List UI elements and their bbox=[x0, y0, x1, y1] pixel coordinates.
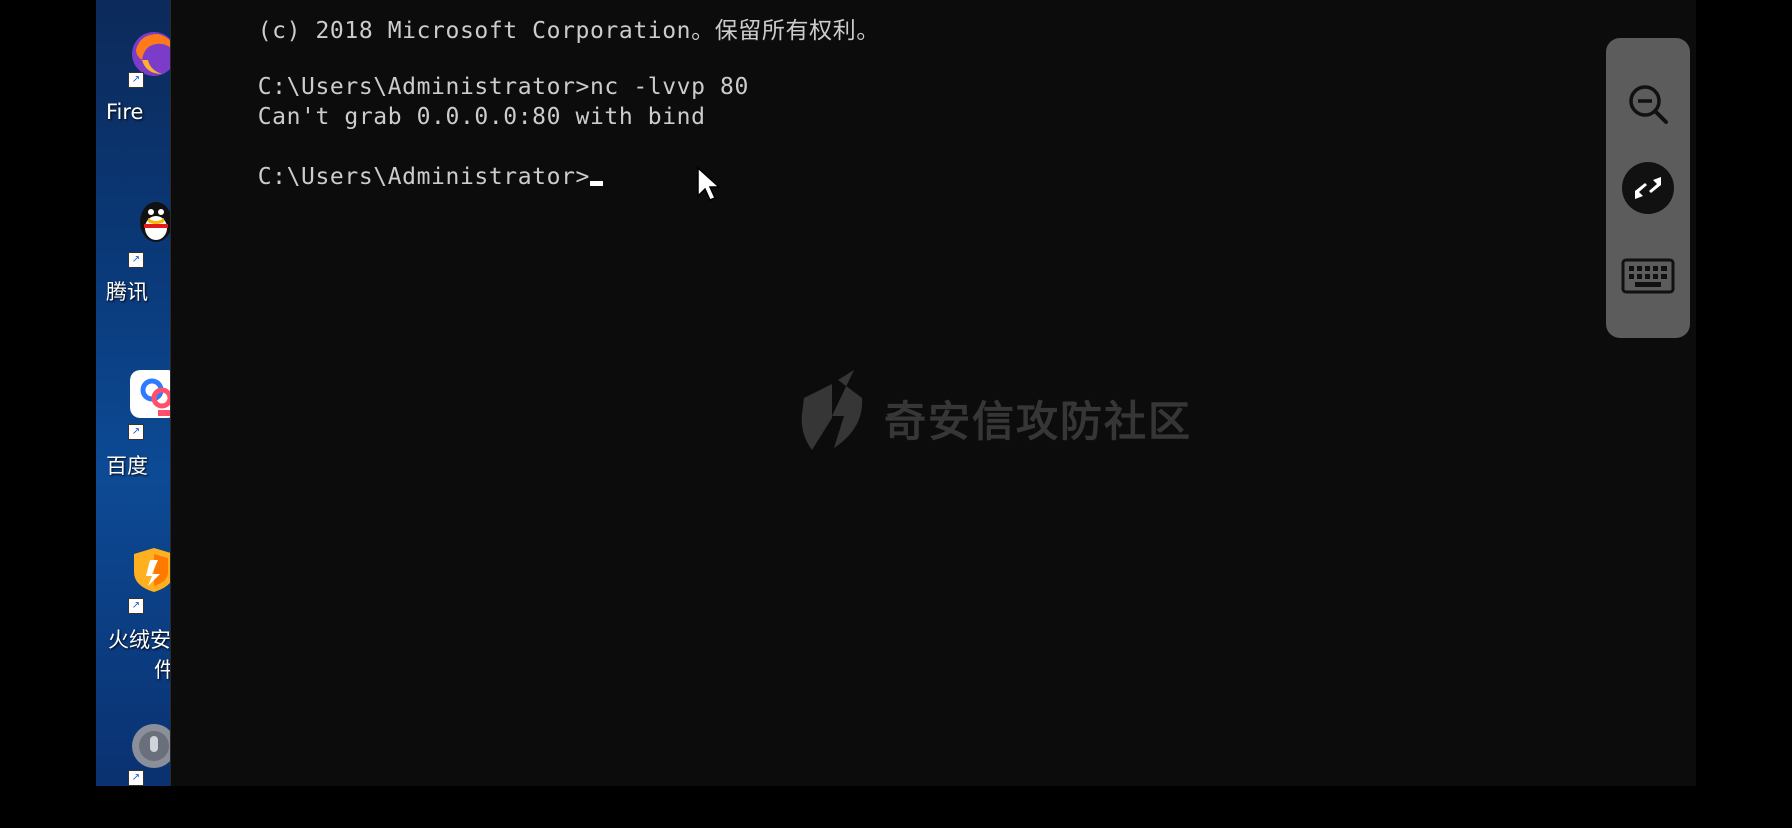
shortcut-arrow-icon: ↗ bbox=[128, 252, 144, 268]
desktop-icon-huorong[interactable]: ↗ 火绒安 件 bbox=[96, 542, 170, 682]
desktop-icon-label: 百度 bbox=[106, 454, 148, 478]
floating-toolbar bbox=[1606, 38, 1690, 338]
desktop-icon-label: 腾讯 bbox=[106, 280, 148, 304]
prompt-line[interactable]: C:\Users\Administrator> bbox=[171, 132, 603, 222]
watermark-text: 奇安信攻防社区 bbox=[884, 397, 1193, 446]
zoom-out-button[interactable] bbox=[1618, 74, 1678, 134]
text-cursor bbox=[589, 181, 603, 186]
keyboard-icon bbox=[1621, 258, 1675, 294]
copyright-text: (c) 2018 Microsoft Corporation。保留所有权利。 bbox=[257, 18, 880, 44]
desktop-icon-label: 火绒安 bbox=[108, 628, 170, 652]
firefox-icon bbox=[132, 32, 170, 76]
prompt-text: C:\Users\Administrator> bbox=[257, 164, 590, 190]
remote-desktop-button[interactable] bbox=[1618, 158, 1678, 218]
shortcut-arrow-icon: ↗ bbox=[128, 770, 144, 786]
watermark: 奇安信攻防社区 bbox=[792, 370, 1192, 460]
baidu-netdisk-icon bbox=[130, 370, 170, 418]
shortcut-arrow-icon: ↗ bbox=[128, 424, 144, 440]
desktop-icon-baidu[interactable]: ↗ 百度 bbox=[96, 368, 170, 478]
desktop-icon-firefox[interactable]: ↗ Fire bbox=[96, 22, 170, 132]
error-text: Can't grab 0.0.0.0:80 with bind bbox=[257, 104, 706, 130]
desktop-icon-qq[interactable]: ↗ 腾讯 bbox=[96, 190, 170, 310]
desktop-icon-label-line2: 件 bbox=[154, 658, 170, 682]
remote-screen: ↗ Fire ↗ 腾讯 ↗ 百度 ↗ 火绒安 件 ↗ (c) 2018 Micr… bbox=[96, 0, 1696, 786]
desktop-background: ↗ Fire ↗ 腾讯 ↗ 百度 ↗ 火绒安 件 ↗ bbox=[96, 0, 170, 786]
shortcut-arrow-icon: ↗ bbox=[128, 72, 144, 88]
desktop-icon-unknown-app[interactable]: ↗ bbox=[96, 718, 170, 786]
zoom-out-icon bbox=[1629, 85, 1668, 124]
desktop-icon-label: Fire bbox=[106, 100, 144, 124]
keyboard-button[interactable] bbox=[1618, 246, 1678, 306]
huorong-shield-icon bbox=[134, 548, 170, 592]
shortcut-arrow-icon: ↗ bbox=[128, 598, 144, 614]
qq-penguin-icon bbox=[140, 202, 170, 242]
mouse-pointer-icon bbox=[697, 166, 721, 201]
watermark-logo-icon bbox=[801, 370, 863, 450]
remote-desktop-icon bbox=[1622, 162, 1674, 214]
app-circle-icon bbox=[132, 724, 170, 768]
